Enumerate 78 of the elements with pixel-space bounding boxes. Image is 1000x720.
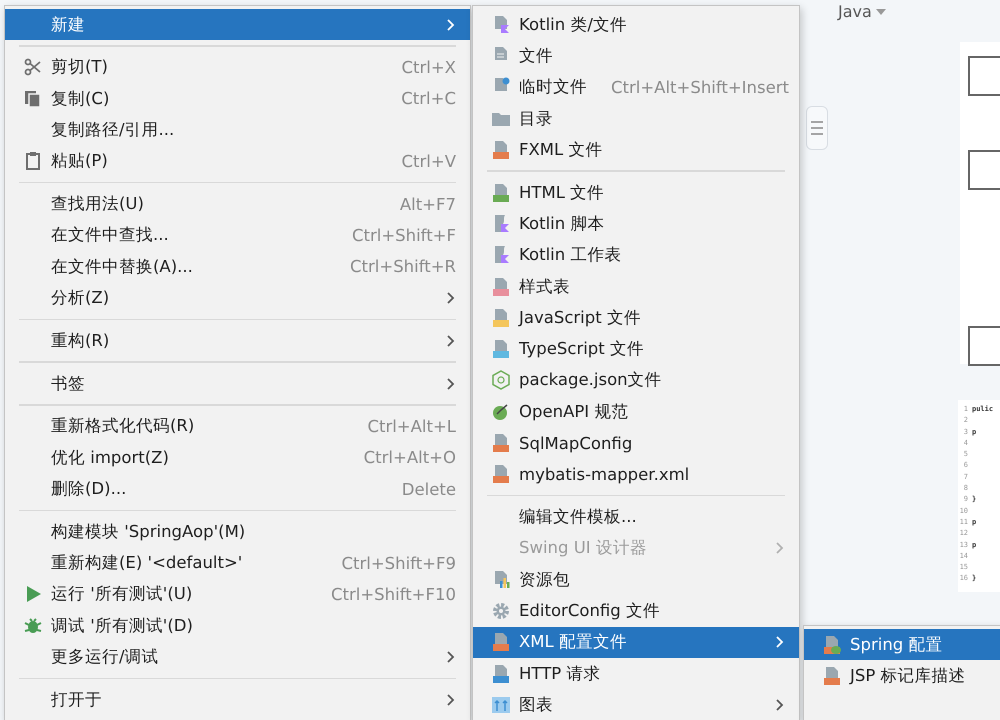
clipboard-icon	[23, 151, 43, 172]
menu-button[interactable]	[806, 106, 828, 150]
ts-file-icon	[491, 339, 511, 360]
scissors-icon	[23, 57, 43, 78]
menu-item[interactable]: 新建	[5, 9, 470, 40]
menu-item[interactable]: Kotlin 类/文件	[473, 9, 799, 40]
menu-item[interactable]: 编辑文件模板...	[473, 501, 799, 533]
menu-item[interactable]: SqlMapConfig	[473, 427, 799, 459]
language-label[interactable]: Java	[838, 2, 872, 21]
shortcut-text: Ctrl+X	[402, 58, 456, 77]
menu-item[interactable]: 在文件中查找... Ctrl+Shift+F	[5, 220, 470, 252]
shortcut-text: Alt+F7	[400, 194, 456, 214]
menu-item[interactable]: 分析(Z)	[5, 282, 470, 314]
shortcut-text: Ctrl+Shift+F	[352, 226, 456, 245]
menu-item[interactable]: 复制路径/引用...	[5, 114, 470, 146]
hexagon-icon	[491, 370, 511, 390]
bug-icon	[23, 616, 43, 636]
menu-item[interactable]: 查找用法(U) Alt+F7	[5, 188, 470, 220]
shortcut-text: Ctrl+C	[401, 89, 456, 108]
shortcut-text: Ctrl+Alt+Shift+Insert	[611, 78, 790, 97]
code-file-icon	[822, 666, 842, 686]
menu-item[interactable]: JavaScript 文件	[473, 302, 799, 334]
menu-item[interactable]: EditorConfig 文件	[473, 595, 799, 627]
menu-item[interactable]: package.json文件	[473, 364, 799, 396]
code-file-icon	[491, 140, 511, 160]
menu-item[interactable]: Kotlin 工作表	[473, 240, 799, 271]
dropdown-caret-icon	[876, 8, 886, 14]
menu-item[interactable]: FXML 文件	[473, 134, 799, 166]
menu-item[interactable]: 书签	[5, 368, 470, 400]
js-file-icon	[491, 308, 511, 328]
menu-item[interactable]: 优化 import(Z) Ctrl+Alt+O	[5, 442, 470, 474]
menu-item[interactable]: 样式表	[473, 270, 799, 302]
code-file-icon	[491, 433, 511, 453]
menu-item[interactable]: 图表	[473, 689, 799, 720]
code-file-icon	[491, 464, 511, 484]
menu-item[interactable]: HTML 文件	[473, 176, 799, 208]
menu-item[interactable]: JSP 标记库描述	[804, 660, 1000, 692]
shortcut-text: Ctrl+V	[402, 152, 456, 171]
menu-item[interactable]: 资源包	[473, 564, 799, 596]
menu-item[interactable]: 运行 '所有测试'(U) Ctrl+Shift+F10	[5, 578, 470, 610]
api-file-icon	[491, 664, 511, 684]
menu-item[interactable]: Spring 配置	[804, 629, 1000, 660]
menu-item[interactable]: 复制(C) Ctrl+C	[5, 83, 470, 114]
menu-item[interactable]: 更多运行/调试	[5, 641, 470, 673]
menu-item[interactable]: TypeScript 文件	[473, 333, 799, 365]
leaf-file-icon	[822, 634, 842, 655]
diagram-icon	[491, 694, 511, 715]
shortcut-text: Ctrl+Shift+F9	[341, 554, 456, 573]
shortcut-text: Ctrl+Alt+O	[364, 448, 456, 468]
menu-item[interactable]: 临时文件 Ctrl+Alt+Shift+Insert	[473, 72, 799, 103]
menu-item[interactable]: 重新格式化代码(R) Ctrl+Alt+L	[5, 410, 470, 442]
menu-item[interactable]: 构建模块 'SpringAop'(M)	[5, 516, 470, 548]
diagram-node	[968, 150, 1000, 190]
diagram-node	[968, 56, 1000, 96]
menu-item[interactable]: 重新构建(E) '<default>' Ctrl+Shift+F9	[5, 547, 470, 579]
html-file-icon	[491, 182, 511, 203]
menu-item[interactable]: 重构(R)	[5, 325, 470, 356]
menu-item[interactable]: OpenAPI 规范	[473, 396, 799, 428]
menu-item[interactable]: 打开于	[5, 684, 470, 716]
code-file-icon	[491, 632, 511, 652]
menu-item[interactable]: 在文件中替换(A)... Ctrl+Shift+R	[5, 251, 470, 282]
menu-item[interactable]: 删除(D)... Delete	[5, 473, 470, 505]
menu-item[interactable]: XML 配置文件	[473, 626, 799, 658]
menu-item[interactable]: mybatis-mapper.xml	[473, 458, 799, 490]
shortcut-text: Ctrl+Shift+F10	[331, 584, 456, 604]
menu-icon	[811, 120, 823, 136]
menu-item[interactable]: 剪切(T) Ctrl+X	[5, 52, 470, 84]
css-file-icon	[491, 276, 511, 297]
menu-item[interactable]: HTTP 请求	[473, 658, 799, 690]
shortcut-text: Ctrl+Alt+L	[367, 416, 456, 436]
menu-item[interactable]: 目录	[473, 102, 799, 134]
shortcut-text: Ctrl+Shift+R	[350, 257, 456, 276]
menu-item[interactable]: 调试 '所有测试'(D)	[5, 610, 470, 642]
shortcut-text: Delete	[402, 480, 456, 498]
menu-item[interactable]: Kotlin 脚本	[473, 208, 799, 240]
menu-item[interactable]: 文件	[473, 40, 799, 72]
menu-item[interactable]: 粘贴(P) Ctrl+V	[5, 146, 470, 177]
gear-icon	[491, 600, 511, 621]
